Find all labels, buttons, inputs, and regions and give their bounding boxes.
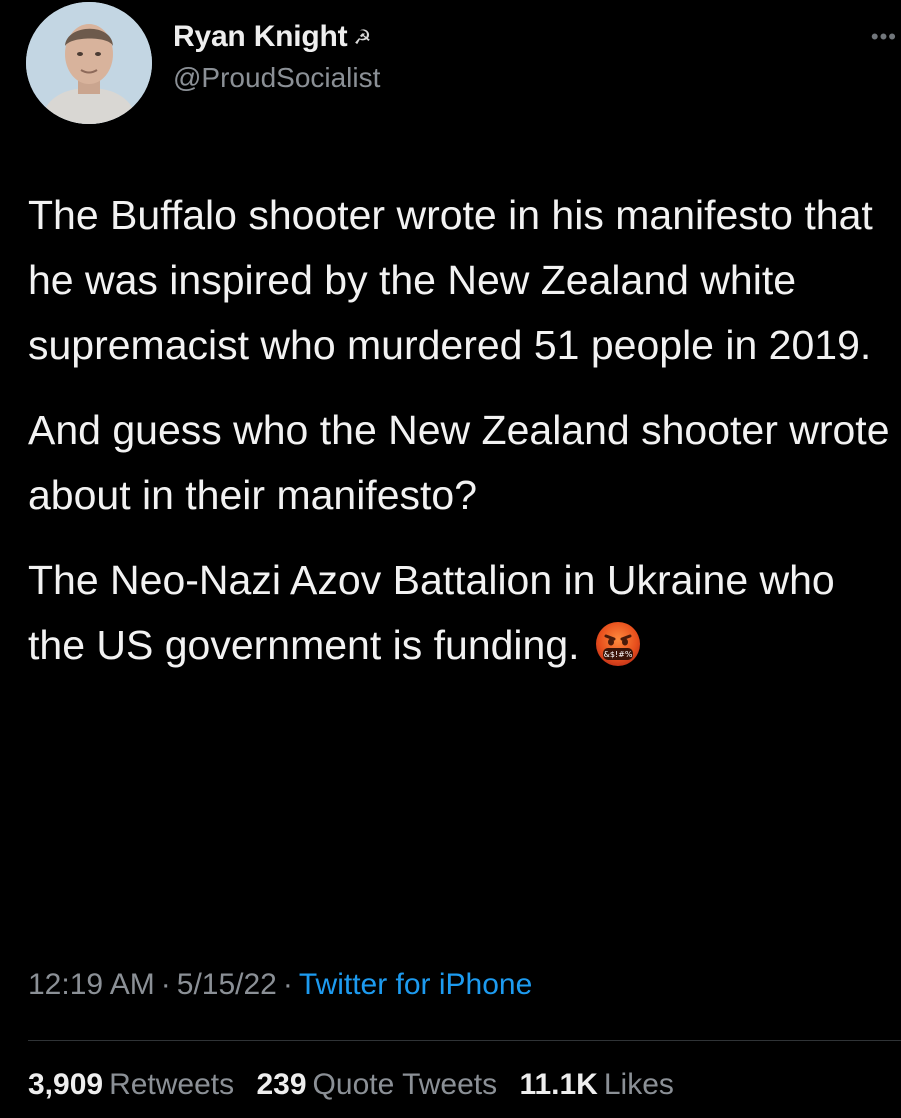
hammer-sickle-icon: ☭ — [353, 25, 372, 49]
meta-separator: · — [160, 968, 171, 1001]
avatar[interactable] — [26, 2, 152, 124]
author-name-row[interactable]: Ryan Knight ☭ — [173, 20, 380, 54]
tweet-meta: 12:19 AM · 5/15/22 · Twitter for iPhone — [28, 968, 532, 1002]
author-info: Ryan Knight ☭ @ProudSocialist — [173, 20, 380, 94]
likes-label: Likes — [603, 1068, 674, 1101]
tweet-paragraph-1: The Buffalo shooter wrote in his manifes… — [28, 192, 873, 368]
tweet-paragraph-3-text: The Neo-Nazi Azov Battalion in Ukraine w… — [28, 557, 835, 668]
retweets-stat[interactable]: 3,909 Retweets — [28, 1068, 234, 1102]
tweet-date[interactable]: 5/15/22 — [177, 968, 277, 1001]
retweets-label: Retweets — [109, 1068, 235, 1101]
profile-photo-icon — [26, 2, 152, 124]
display-name[interactable]: Ryan Knight — [173, 20, 348, 54]
likes-count: 11.1K — [519, 1068, 598, 1101]
tweet-time[interactable]: 12:19 AM — [28, 968, 155, 1001]
tweet-stats: 3,909 Retweets 239 Quote Tweets 11.1K Likes — [28, 1068, 688, 1102]
quote-tweets-label: Quote Tweets — [312, 1068, 498, 1101]
tweet-paragraph-2: And guess who the New Zealand shooter wr… — [28, 407, 890, 518]
retweets-count: 3,909 — [28, 1068, 104, 1101]
face-with-symbols-on-mouth-icon: &$!#% — [594, 620, 642, 668]
tweet: Ryan Knight ☭ @ProudSocialist ••• The Bu… — [0, 0, 901, 1118]
meta-separator: · — [282, 968, 293, 1001]
tweet-text: The Buffalo shooter wrote in his manifes… — [28, 183, 898, 698]
divider — [28, 1040, 901, 1041]
likes-stat[interactable]: 11.1K Likes — [519, 1068, 673, 1102]
tweet-source-link[interactable]: Twitter for iPhone — [299, 968, 532, 1001]
svg-text:&$!#%: &$!#% — [603, 650, 632, 659]
user-handle[interactable]: @ProudSocialist — [173, 62, 380, 94]
tweet-paragraph-3: The Neo-Nazi Azov Battalion in Ukraine w… — [28, 548, 898, 678]
quote-tweets-count: 239 — [256, 1068, 307, 1101]
quote-tweets-stat[interactable]: 239 Quote Tweets — [256, 1068, 497, 1102]
ellipsis-icon[interactable]: ••• — [871, 26, 897, 48]
